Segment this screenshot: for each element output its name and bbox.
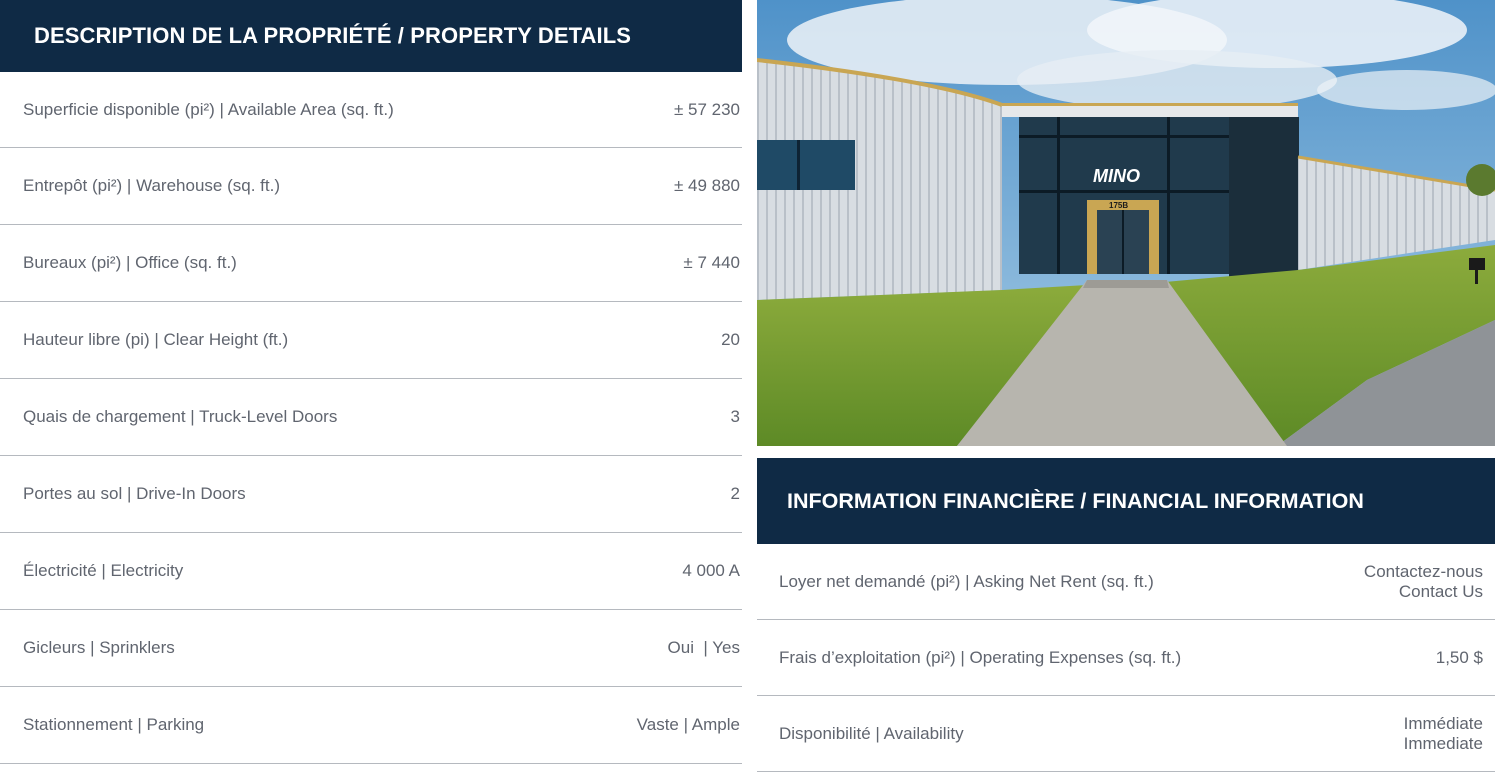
row-label: Disponibilité | Availability <box>779 723 964 743</box>
row-value-fr: Immédiate <box>1403 713 1483 733</box>
table-row: Bureaux (pi²) | Office (sq. ft.) ± 7 440 <box>0 225 742 302</box>
row-value: Vaste | Ample <box>636 715 740 734</box>
right-column: MINO 175B INFORMATION FINANCIÈRE / FINAN… <box>757 0 1495 772</box>
row-value-fr: Contactez-nous <box>1363 561 1483 581</box>
row-value: 2 <box>730 484 740 503</box>
row-value: 20 <box>721 330 740 349</box>
table-row: Portes au sol | Drive-In Doors 2 <box>0 456 742 533</box>
table-row: Stationnement | Parking Vaste | Ample <box>0 687 742 764</box>
table-row: Entrepôt (pi²) | Warehouse (sq. ft.) ± 49… <box>0 148 742 225</box>
table-row: Loyer net demandé (pi²) | Asking Net Ren… <box>757 544 1495 620</box>
table-row: Gicleurs | Sprinklers Oui | Yes <box>0 610 742 687</box>
building-sign-text: MINO <box>1093 166 1140 186</box>
table-row: Disponibilité | Availability Immédiate I… <box>757 696 1495 772</box>
table-row: Électricité | Electricity 4 000 A <box>0 533 742 610</box>
row-label: Bureaux (pi²) | Office (sq. ft.) <box>23 253 237 272</box>
row-label: Portes au sol | Drive-In Doors <box>23 484 246 503</box>
row-label: Gicleurs | Sprinklers <box>23 638 175 657</box>
row-value: ± 57 230 <box>673 99 740 119</box>
financial-info-header: INFORMATION FINANCIÈRE / FINANCIAL INFOR… <box>757 458 1495 544</box>
row-value: 4 000 A <box>682 561 740 580</box>
row-value: ± 7 440 <box>683 253 740 272</box>
building-photo: MINO 175B <box>757 0 1495 446</box>
row-value: Contactez-nous Contact Us <box>1364 562 1483 602</box>
property-details-list: Superficie disponible (pi²) | Available … <box>0 72 742 764</box>
row-label: Frais d’exploitation (pi²) | Operating E… <box>779 647 1182 667</box>
row-value: 1,50 $ <box>1436 648 1483 668</box>
row-value: 3 <box>730 407 740 426</box>
row-label: Loyer net demandé (pi²) | Asking Net Ren… <box>779 571 1154 591</box>
table-row: Quais de chargement | Truck-Level Doors 3 <box>0 379 742 456</box>
row-label: Entrepôt (pi²) | Warehouse (sq. ft.) <box>23 176 280 195</box>
table-row: Hauteur libre (pi) | Clear Height (ft.) 2… <box>0 302 742 379</box>
row-label: Superficie disponible (pi²) | Available … <box>23 99 394 119</box>
row-value: ± 49 880 <box>673 176 740 195</box>
door-number: 175B <box>1109 201 1128 210</box>
row-value-fr: 1,50 $ <box>1435 647 1483 667</box>
row-value-en: Immediate <box>1403 733 1483 753</box>
property-details-header: DESCRIPTION DE LA PROPRIÉTÉ / PROPERTY D… <box>0 0 742 72</box>
table-row: Superficie disponible (pi²) | Available … <box>0 72 742 148</box>
row-label: Hauteur libre (pi) | Clear Height (ft.) <box>23 330 289 349</box>
row-value: Oui | Yes <box>667 638 740 657</box>
financial-info-list: Loyer net demandé (pi²) | Asking Net Ren… <box>757 544 1495 772</box>
row-value-en: Contact Us <box>1398 581 1483 601</box>
table-row: Frais d’exploitation (pi²) | Operating E… <box>757 620 1495 696</box>
row-label: Quais de chargement | Truck-Level Doors <box>23 407 338 426</box>
row-label: Stationnement | Parking <box>23 715 205 734</box>
row-label: Électricité | Electricity <box>23 561 184 580</box>
property-details-panel: DESCRIPTION DE LA PROPRIÉTÉ / PROPERTY D… <box>0 0 742 772</box>
row-value: Immédiate Immediate <box>1404 714 1483 754</box>
